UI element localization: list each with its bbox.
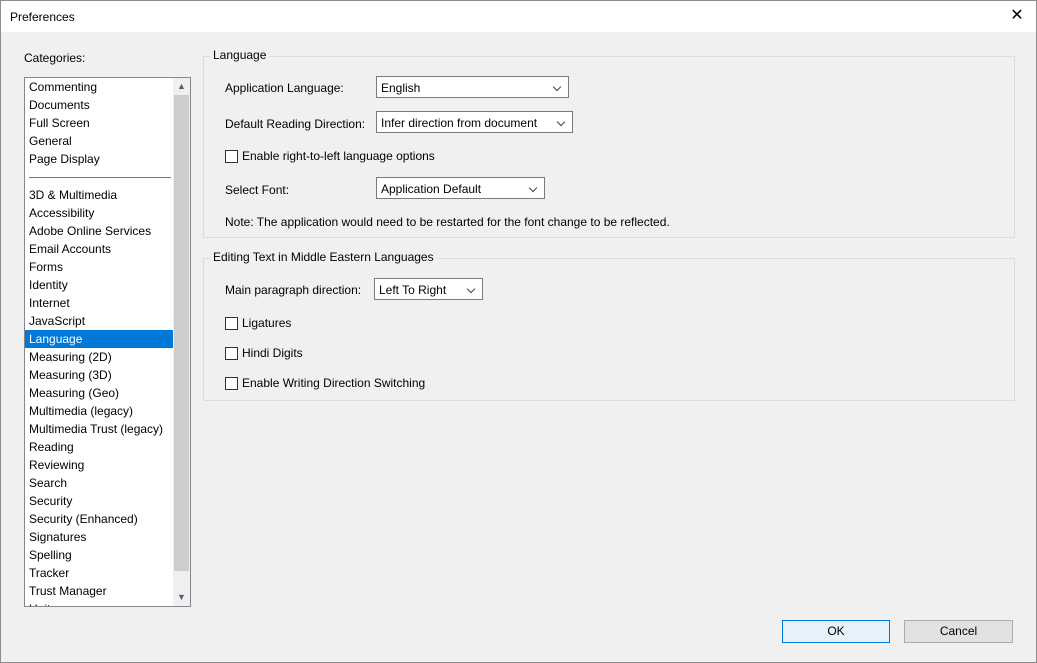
chevron-down-icon: [552, 112, 572, 132]
scroll-thumb[interactable]: [174, 95, 189, 571]
category-item[interactable]: Security: [25, 492, 173, 510]
category-item[interactable]: Spelling: [25, 546, 173, 564]
categories-list[interactable]: Commenting Documents Full Screen General Pag…: [24, 77, 191, 607]
paragraph-direction-dropdown[interactable]: Left To Right: [374, 278, 483, 300]
category-item[interactable]: Measuring (3D): [25, 366, 173, 384]
checkbox-box[interactable]: [225, 346, 238, 360]
select-font-label: Select Font:: [225, 183, 290, 197]
app-language-value: English: [381, 81, 421, 95]
category-item[interactable]: Accessibility: [25, 204, 173, 222]
category-item[interactable]: Units: [25, 600, 173, 606]
category-item[interactable]: Measuring (Geo): [25, 384, 173, 402]
categories-items: Commenting Documents Full Screen General Pag…: [25, 78, 173, 606]
hindi-digits-checkbox[interactable]: Hindi Digits: [225, 346, 303, 360]
window-title: Preferences: [10, 10, 75, 24]
ok-button[interactable]: OK: [782, 620, 890, 643]
checkbox-box[interactable]: [225, 149, 238, 163]
category-item[interactable]: Tracker: [25, 564, 173, 582]
language-group: Language Application Language: English D…: [203, 48, 1015, 238]
categories-label: Categories:: [24, 51, 86, 65]
category-item[interactable]: Forms: [25, 258, 173, 276]
category-item[interactable]: Multimedia Trust (legacy): [25, 420, 173, 438]
category-item[interactable]: Identity: [25, 276, 173, 294]
checkbox-box[interactable]: [225, 316, 238, 330]
ligatures-checkbox[interactable]: Ligatures: [225, 316, 291, 330]
reading-direction-label: Default Reading Direction:: [225, 117, 366, 131]
category-item[interactable]: Reviewing: [25, 456, 173, 474]
select-font-value: Application Default: [381, 182, 482, 196]
category-item[interactable]: Adobe Online Services: [25, 222, 173, 240]
cancel-button[interactable]: Cancel: [904, 620, 1013, 643]
category-item[interactable]: General: [25, 132, 173, 150]
category-item[interactable]: Measuring (2D): [25, 348, 173, 366]
writing-direction-switching-label: Enable Writing Direction Switching: [242, 376, 426, 390]
paragraph-direction-label: Main paragraph direction:: [225, 283, 362, 297]
language-group-title: Language: [210, 48, 270, 62]
close-icon[interactable]: ✕: [1006, 5, 1028, 27]
select-font-dropdown[interactable]: Application Default: [376, 177, 545, 199]
category-item[interactable]: Reading: [25, 438, 173, 456]
category-item[interactable]: Documents: [25, 96, 173, 114]
category-item[interactable]: Email Accounts: [25, 240, 173, 258]
category-item[interactable]: Page Display: [25, 150, 173, 168]
restart-note: Note: The application would need to be r…: [225, 215, 670, 229]
category-item[interactable]: Commenting: [25, 78, 173, 96]
category-item[interactable]: Multimedia (legacy): [25, 402, 173, 420]
rtl-options-label: Enable right-to-left language options: [242, 149, 435, 163]
preferences-dialog: Preferences ✕ Categories: Commenting Docu…: [0, 0, 1037, 663]
category-item[interactable]: Full Screen: [25, 114, 173, 132]
title-bar: Preferences ✕: [1, 1, 1036, 32]
reading-direction-dropdown[interactable]: Infer direction from document: [376, 111, 573, 133]
checkbox-box[interactable]: [225, 376, 238, 390]
middle-eastern-group-title: Editing Text in Middle Eastern Languages: [210, 250, 437, 264]
scroll-down-icon[interactable]: ▼: [173, 589, 190, 606]
category-item[interactable]: Signatures: [25, 528, 173, 546]
category-item[interactable]: JavaScript: [25, 312, 173, 330]
category-item[interactable]: Search: [25, 474, 173, 492]
category-item[interactable]: 3D & Multimedia: [25, 186, 173, 204]
category-separator: [29, 177, 171, 178]
reading-direction-value: Infer direction from document: [381, 116, 538, 130]
rtl-options-checkbox[interactable]: Enable right-to-left language options: [225, 149, 435, 163]
category-item[interactable]: Language: [25, 330, 173, 348]
app-language-label: Application Language:: [225, 81, 344, 95]
hindi-digits-label: Hindi Digits: [242, 346, 303, 360]
app-language-dropdown[interactable]: English: [376, 76, 569, 98]
categories-scrollbar[interactable]: ▲ ▼: [173, 78, 190, 606]
chevron-down-icon: [462, 279, 482, 299]
category-item[interactable]: Trust Manager: [25, 582, 173, 600]
writing-direction-switching-checkbox[interactable]: Enable Writing Direction Switching: [225, 376, 425, 390]
chevron-down-icon: [548, 77, 568, 97]
ligatures-label: Ligatures: [242, 316, 292, 330]
paragraph-direction-value: Left To Right: [379, 283, 447, 297]
category-item[interactable]: Security (Enhanced): [25, 510, 173, 528]
category-item[interactable]: Internet: [25, 294, 173, 312]
chevron-down-icon: [524, 178, 544, 198]
middle-eastern-group: Editing Text in Middle Eastern Languages…: [203, 250, 1015, 401]
scroll-up-icon[interactable]: ▲: [173, 78, 190, 95]
